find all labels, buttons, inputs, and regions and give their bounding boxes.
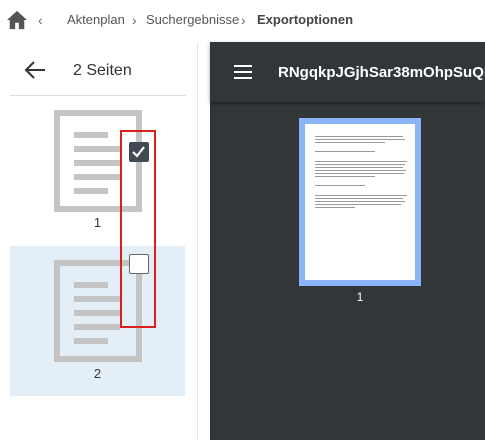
viewer-page-thumbnail[interactable]	[299, 118, 421, 286]
viewer-page-number: 1	[356, 290, 364, 304]
page-number-label: 1	[93, 215, 102, 230]
page-count-title: 2 Seiten	[73, 62, 132, 79]
breadcrumb-item-exportoptionen: Exportoptionen	[257, 12, 354, 27]
breadcrumb-item-suchergebnisse[interactable]: Suchergebnisse	[146, 13, 239, 27]
chevron-left-icon[interactable]: ‹	[38, 13, 43, 27]
breadcrumb-item-aktenplan[interactable]: Aktenplan	[67, 13, 125, 27]
viewer-toolbar: RNgqkpJGjhSar38mOhpSuQDrvs	[210, 42, 485, 102]
page-number-label: 2	[93, 366, 102, 381]
file-name: RNgqkpJGjhSar38mOhpSuQDrvs	[278, 64, 485, 81]
home-icon[interactable]	[6, 10, 28, 30]
highlight-annotation	[120, 130, 156, 328]
page-preview	[305, 124, 415, 280]
chevron-right-icon: ›	[132, 12, 137, 28]
page-thumbnail-2[interactable]: 2	[10, 246, 185, 396]
menu-icon[interactable]	[234, 64, 252, 80]
chevron-right-icon: ›	[241, 12, 246, 28]
divider	[10, 95, 186, 96]
page-thumbnail-1[interactable]: 1	[10, 100, 185, 250]
page-thumbnails-panel: 2 Seiten 1 2	[0, 42, 198, 440]
arrow-left-icon[interactable]	[24, 60, 46, 80]
breadcrumb-bar: ‹ Aktenplan › Suchergebnisse › Exportopt…	[0, 0, 485, 42]
pdf-viewer: RNgqkpJGjhSar38mOhpSuQDrvs 1	[210, 42, 485, 440]
